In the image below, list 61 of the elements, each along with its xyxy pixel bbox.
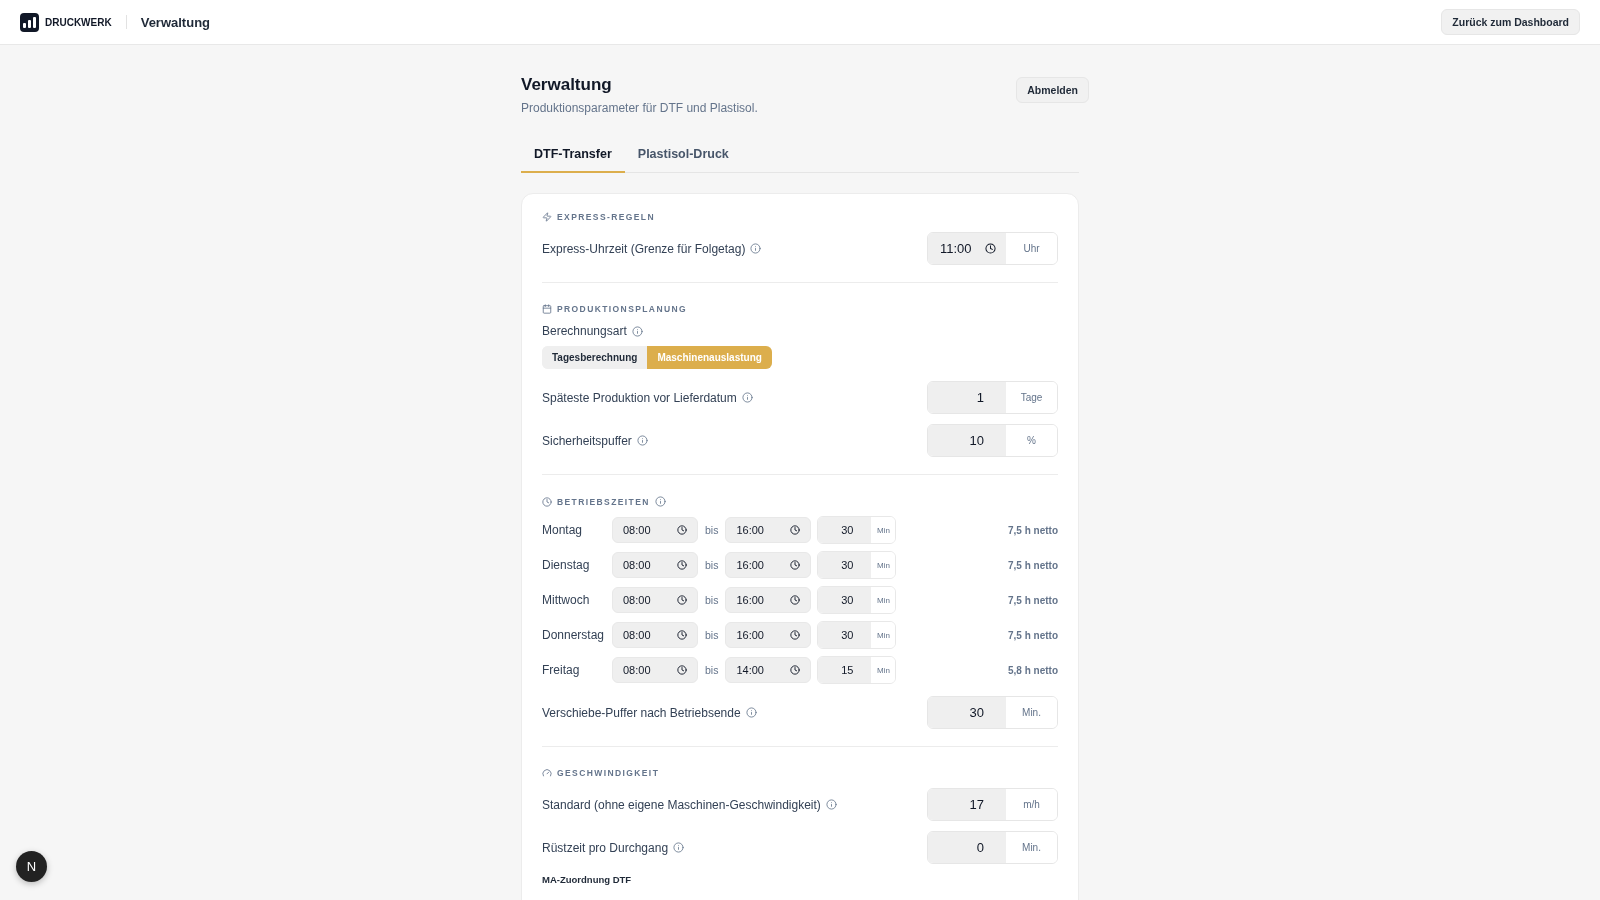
subsection-title: MA-Zuordnung DTF [542, 874, 633, 887]
time-field[interactable]: 16:00 [725, 552, 812, 578]
clock-icon [790, 665, 801, 675]
field-label: Standard (ohne eigene Maschinen-Geschwindigkeit) [542, 797, 821, 812]
header-section-title: Verwaltung [140, 14, 211, 30]
clock-icon [542, 496, 552, 507]
field-label: Berechnungsart [542, 324, 627, 338]
section-title: BETRIEBSZEITEN [557, 496, 650, 507]
clock-icon [677, 560, 687, 570]
field-label: Verschiebe-Puffer nach Betriebsende [542, 705, 741, 720]
page-title: Verwaltung [521, 75, 613, 95]
time-field[interactable]: 08:00 [612, 517, 698, 543]
clock-icon [790, 560, 801, 570]
field-label: Sicherheitspuffer [542, 433, 632, 448]
separator-text: bis [705, 664, 719, 676]
separator-text: bis [705, 629, 719, 641]
day-label: Montag [542, 523, 584, 537]
logout-button[interactable]: Abmelden [1016, 77, 1089, 103]
page-subtitle: Produktionsparameter für DTF und Plastisol. [521, 101, 758, 115]
clock-icon [677, 665, 687, 675]
day-label: Dienstag [542, 558, 591, 572]
net-hours: 5,8 h netto [1008, 664, 1058, 676]
brand-name: DRUCKWERK [45, 16, 112, 28]
field-label: Express-Uhrzeit (Grenze für Folgetag) [542, 241, 746, 256]
separator-text: bis [705, 524, 719, 536]
net-hours: 7,5 h netto [1008, 559, 1058, 571]
net-hours: 7,5 h netto [1008, 524, 1058, 536]
separator-text: bis [705, 559, 719, 571]
dev-tools-button[interactable]: N [16, 851, 47, 882]
tab[interactable]: Plastisol-Druck [624, 137, 742, 173]
clock-icon [790, 595, 801, 605]
clock-icon [677, 595, 687, 605]
time-field[interactable]: 16:00 [725, 622, 812, 648]
time-field[interactable]: 16:00 [725, 587, 812, 613]
separator-text: bis [705, 594, 719, 606]
logo-icon [20, 12, 39, 32]
day-label: Freitag [542, 663, 581, 677]
field-label: Späteste Produktion vor Lieferdatum [542, 390, 737, 405]
clock-icon [677, 525, 687, 535]
back-to-dashboard-button[interactable]: Zurück zum Dashboard [1441, 9, 1580, 35]
time-field[interactable]: 16:00 [725, 517, 812, 543]
field-label: Rüstzeit pro Durchgang [542, 840, 669, 855]
day-label: Donnerstag [542, 628, 606, 642]
section-title: GESCHWINDIGKEIT [557, 768, 660, 778]
time-field[interactable]: 14:00 [725, 657, 812, 683]
net-hours: 7,5 h netto [1008, 629, 1058, 641]
time-field[interactable]: 08:00 [612, 622, 698, 648]
clock-icon [790, 630, 801, 640]
tab[interactable]: DTF-Transfer [521, 137, 625, 173]
net-hours: 7,5 h netto [1008, 594, 1058, 606]
lightning-icon [542, 212, 552, 222]
section-title: PRODUKTIONSPLANUNG [557, 304, 688, 314]
clock-icon [677, 630, 687, 640]
section-title: EXPRESS-REGELN [557, 212, 655, 222]
time-field[interactable]: 08:00 [612, 657, 698, 683]
time-field[interactable]: 08:00 [612, 552, 698, 578]
time-field[interactable]: 08:00 [612, 587, 698, 613]
gauge-icon [542, 768, 552, 778]
clock-icon [790, 525, 801, 535]
calendar-icon [542, 304, 552, 314]
day-label: Mittwoch [542, 593, 591, 607]
